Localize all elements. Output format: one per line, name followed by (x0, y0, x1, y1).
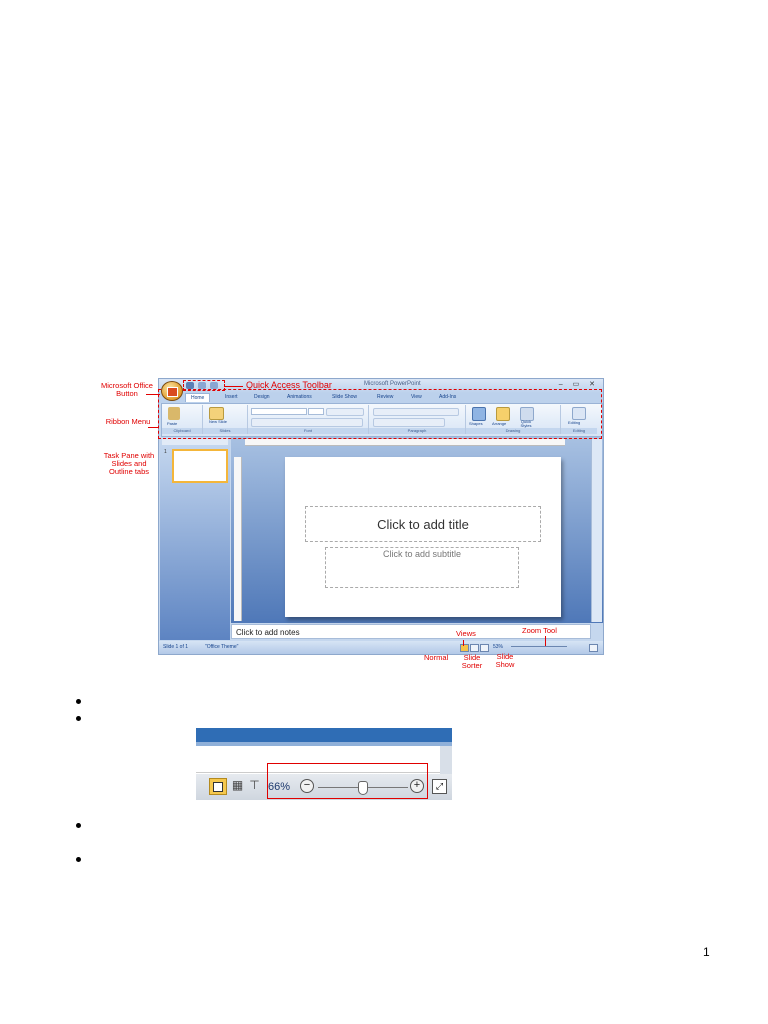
task-pane-label: Task Pane with Slides and Outline tabs (103, 451, 155, 476)
status-slide-count: Slide 1 of 1 (163, 644, 189, 650)
slide-sorter-icon[interactable] (470, 644, 479, 652)
zoom-tool-label: Zoom Tool (522, 626, 557, 635)
thumbnail-number: 1 (164, 449, 167, 455)
normal-view-icon[interactable] (460, 644, 469, 652)
slide-show-icon[interactable] (480, 644, 489, 652)
views-label: Views (456, 629, 476, 638)
quick-access-highlight (183, 380, 225, 391)
scrollbar[interactable] (440, 746, 452, 774)
bullet (76, 699, 81, 704)
ribbon-label: Ribbon Menu (105, 417, 151, 426)
status-zoom-slider[interactable] (511, 646, 567, 647)
page-number: 1 (703, 945, 710, 959)
views-pointer (463, 640, 464, 646)
window-controls[interactable]: – ▭ ✕ (559, 380, 599, 388)
zoom-fit-icon[interactable]: ⤢ (432, 779, 447, 794)
zoom-fit-icon[interactable] (589, 644, 598, 652)
office-logo-icon (167, 387, 178, 397)
status-theme: "Office Theme" (205, 644, 239, 650)
ribbon-highlight (158, 389, 602, 439)
office-button[interactable] (161, 381, 183, 401)
zoom-tool-pointer (545, 636, 546, 646)
normal-view-label: Normal (424, 653, 449, 662)
window-title: Microsoft PowerPoint (364, 381, 421, 387)
subtitle-placeholder[interactable]: Click to add subtitle (325, 547, 519, 588)
slide-thumbnail[interactable] (172, 449, 228, 483)
ribbon-pointer (148, 427, 158, 428)
slide-sorter-icon[interactable]: ▦ (231, 779, 244, 791)
task-pane: 1 (160, 437, 230, 640)
bullet (76, 823, 81, 828)
vertical-ruler (234, 457, 242, 621)
horizontal-ruler (245, 439, 565, 446)
slide-show-label: Slide Show (495, 652, 515, 669)
slide-canvas[interactable]: Click to add title Click to add subtitle (285, 457, 561, 617)
title-placeholder[interactable]: Click to add title (305, 506, 541, 542)
office-button-label: Microsoft Office Button (101, 381, 153, 398)
normal-view-icon[interactable] (209, 778, 227, 795)
status-bar: Slide 1 of 1 "Office Theme" 53% (159, 641, 603, 654)
status-zoom: 53% (493, 644, 504, 650)
slide-sorter-label: Slide Sorter (461, 653, 483, 670)
window-strip (196, 728, 452, 742)
bullet (76, 857, 81, 862)
slide-show-icon[interactable]: ⊤ (248, 779, 261, 791)
bullet (76, 716, 81, 721)
vertical-scrollbar[interactable] (591, 439, 602, 622)
office-button-pointer (146, 394, 160, 395)
quick-access-label: Quick Access Toolbar (246, 380, 332, 390)
quick-access-pointer (225, 386, 243, 387)
slides-outline-tabs[interactable] (162, 439, 228, 445)
zoom-tool-highlight (267, 763, 428, 799)
